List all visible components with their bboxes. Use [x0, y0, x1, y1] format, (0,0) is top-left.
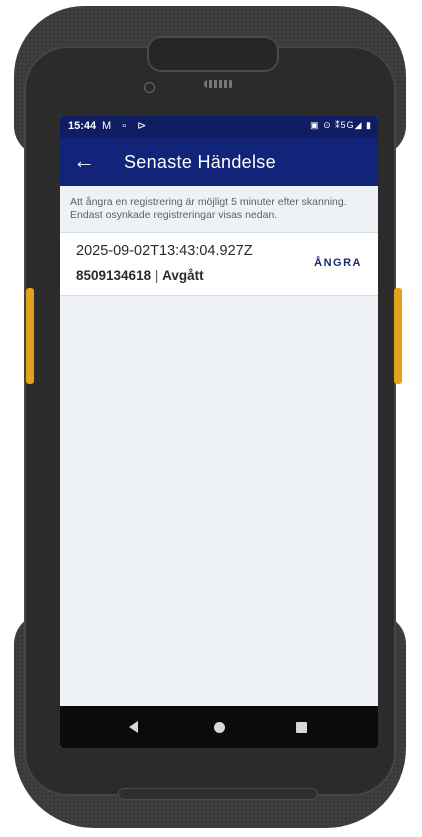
status-time: 15:44: [68, 120, 97, 132]
back-arrow-icon[interactable]: ←: [70, 148, 98, 174]
home-circle-icon: [214, 722, 225, 733]
event-identifier: 8509134618 | Avgått: [76, 268, 204, 283]
event-timestamp: 2025-09-02T13:43:04.927Z: [76, 243, 253, 259]
status-bar: 15:44 M ▫ ⊳ ▣ ⊙ ⁑5G◢ ▮: [60, 116, 378, 138]
event-shipment-id: 8509134618: [76, 268, 152, 283]
top-speaker-housing: [147, 36, 279, 72]
navigation-bar: [60, 706, 378, 748]
event-status: Avgått: [162, 268, 204, 283]
nav-back-button[interactable]: [126, 718, 144, 736]
device-frame: 15:44 M ▫ ⊳ ▣ ⊙ ⁑5G◢ ▮ ← Senaste Händels…: [8, 6, 412, 828]
system-status-icons: ▣ ⊙ ⁑5G◢ ▮: [310, 120, 372, 130]
recents-square-icon: [296, 722, 307, 733]
left-scan-button[interactable]: [26, 288, 34, 384]
right-scan-button[interactable]: [394, 288, 402, 384]
event-list-item: 2025-09-02T13:43:04.927Z 8509134618 | Av…: [60, 232, 378, 296]
earpiece-grille: [204, 80, 234, 88]
page-title: Senaste Händelse: [124, 152, 276, 172]
back-triangle-icon: [129, 721, 138, 733]
bottom-connector-lip: [118, 788, 318, 800]
undo-button[interactable]: ÅNGRA: [314, 257, 362, 269]
info-text: Att ångra en registrering är möjligt 5 m…: [70, 196, 347, 221]
nav-home-button[interactable]: [210, 718, 228, 736]
front-camera: [144, 82, 155, 93]
screen: 15:44 M ▫ ⊳ ▣ ⊙ ⁑5G◢ ▮ ← Senaste Händels…: [60, 116, 378, 748]
event-separator: |: [151, 268, 163, 283]
app-bar: ← Senaste Händelse: [60, 138, 378, 186]
nav-recents-button[interactable]: [292, 718, 310, 736]
notification-icons: M ▫ ⊳: [102, 120, 151, 132]
